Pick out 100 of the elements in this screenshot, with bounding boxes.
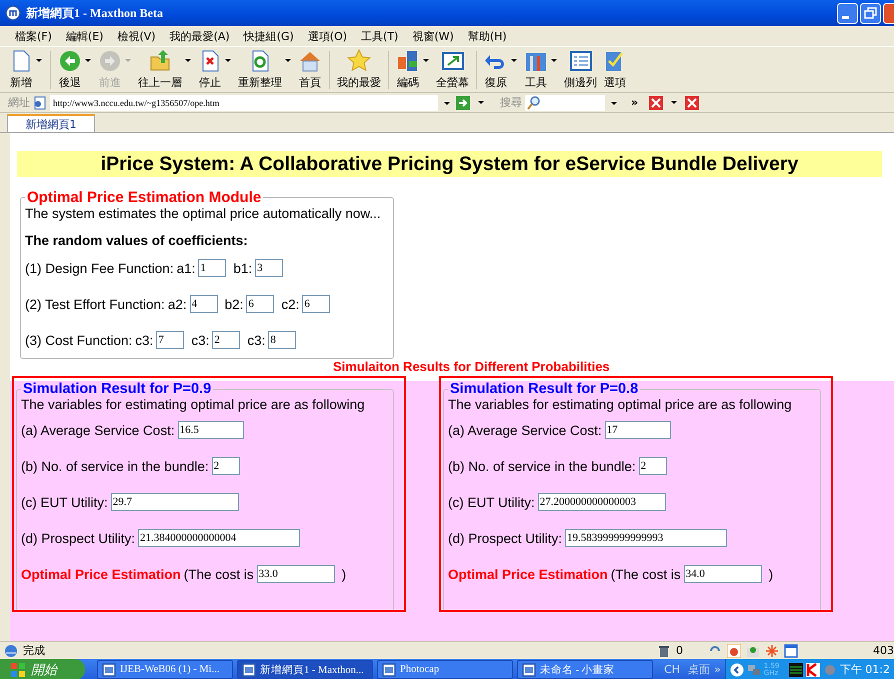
taskbar-button[interactable]: Photocap (377, 660, 513, 679)
taskbar-button[interactable]: 新增網頁1 - Maxthon... (237, 660, 373, 679)
value-field[interactable]: 21.384000000000004 (138, 529, 300, 547)
app-icon (382, 662, 396, 676)
caret-icon[interactable] (36, 59, 42, 63)
menu-item[interactable]: 編輯(E) (58, 28, 110, 44)
caret-icon[interactable] (671, 100, 678, 104)
value-field[interactable]: 16.5 (178, 421, 244, 439)
value-field[interactable]: 6 (302, 295, 330, 313)
toolbar-button[interactable]: 停止 (195, 47, 225, 92)
value-field[interactable]: 4 (190, 295, 218, 313)
value-field[interactable]: 1 (198, 259, 226, 277)
minimize-button[interactable] (837, 2, 858, 24)
value-field[interactable]: 17 (604, 421, 671, 439)
toolbar-button[interactable]: 全螢幕 (433, 47, 472, 92)
caret-icon[interactable] (185, 59, 191, 63)
sidebar-icon (568, 49, 592, 73)
intro-text: The variables for estimating optimal price are as following (448, 397, 793, 412)
toolbar-button[interactable]: 選項 (600, 47, 630, 92)
house-icon (298, 49, 322, 73)
fullscreen-icon (440, 49, 464, 73)
windows-logo-icon (10, 662, 26, 678)
panel-title: Optimal Price Estimation Module (26, 189, 262, 206)
intro-text: The system estimates the optimal price automatically now... (25, 206, 382, 221)
subheading: The random values of coefficients: (25, 233, 249, 248)
toolbar-button[interactable]: 重新整理 (235, 47, 285, 92)
caret-icon[interactable] (225, 59, 231, 63)
caret-icon[interactable] (423, 59, 429, 63)
value-field[interactable]: 2 (212, 457, 240, 475)
close-icon[interactable] (685, 96, 700, 110)
value-field[interactable]: 6 (246, 295, 274, 313)
value-field[interactable]: 29.7 (110, 493, 239, 511)
menu-item[interactable]: 幫助(H) (460, 28, 514, 44)
caret-icon[interactable] (511, 59, 517, 63)
toolbar-button[interactable]: 首頁 (295, 47, 325, 92)
caret-icon[interactable] (85, 59, 91, 63)
variable-label: (c) EUT Utility: (448, 494, 535, 510)
taskbar-button[interactable]: IJEB-WeB06 (1) - Mi... (97, 660, 233, 679)
value-field[interactable]: 3 (255, 259, 284, 277)
menu-item[interactable]: 視窗(W) (405, 28, 461, 44)
caret-icon[interactable] (478, 100, 484, 104)
meter-icon[interactable] (788, 662, 803, 676)
caret-icon[interactable] (551, 59, 557, 63)
window-title: 新增網頁1 - Maxthon Beta (26, 4, 163, 22)
toolbar-button[interactable]: 往上一層 (135, 47, 185, 92)
start-button[interactable]: 開始 (0, 659, 85, 679)
clock: 下午 01:2 (840, 662, 890, 677)
menu-item[interactable]: 我的最愛(A) (162, 28, 237, 44)
toolbar-button[interactable]: 側邊列 (561, 47, 600, 92)
count-text: 0 (676, 644, 683, 657)
value-field[interactable]: 34.0 (684, 565, 762, 583)
menu-item[interactable]: 快捷組(G) (236, 28, 301, 44)
antivirus-icon[interactable] (806, 662, 820, 676)
globe-icon (4, 644, 18, 658)
chevron-button[interactable] (730, 662, 744, 676)
panel-title: Simulation Result for P=0.8 (449, 381, 640, 397)
menu-item[interactable]: 工具(T) (354, 28, 406, 44)
variable-label: (a) Average Service Cost: (448, 422, 602, 438)
estimate-text: (The cost is (184, 566, 254, 582)
toolbar-button[interactable]: 復原 (481, 47, 511, 92)
toolbar-button[interactable]: 新增 (6, 47, 36, 92)
address-label: 網址 (8, 95, 30, 110)
more-button[interactable]: » (631, 96, 638, 109)
menu-item[interactable]: 檢視(V) (110, 28, 163, 44)
function-label: (1) Design Fee Function: (25, 260, 174, 276)
value-field[interactable]: 2 (638, 457, 667, 475)
trash-icon (657, 644, 671, 658)
coefficient-label: c2: (281, 296, 300, 312)
close-button[interactable] (883, 2, 894, 24)
caret-icon[interactable] (285, 59, 291, 63)
value-field[interactable]: 2 (212, 331, 240, 349)
menu-item[interactable]: 檔案(F) (8, 28, 59, 44)
status-text: 完成 (23, 643, 45, 658)
window-icon[interactable] (784, 644, 798, 658)
variable-label: (c) EUT Utility: (21, 494, 108, 510)
close-icon[interactable] (649, 96, 664, 110)
restore-button[interactable] (860, 2, 881, 24)
search-icon (527, 96, 541, 110)
value-field[interactable]: 19.583999999999993 (565, 529, 728, 547)
estimate-label: Optimal Price Estimation (21, 566, 181, 582)
toolbar-button[interactable]: 編碼 (393, 47, 423, 92)
taskbar-button[interactable]: 未命名 - 小畫家 (517, 660, 653, 679)
popup-icon[interactable] (727, 644, 741, 658)
value-field[interactable]: 27.200000000000003 (538, 493, 666, 511)
coefficient-label: a1: (176, 260, 196, 276)
menu-item[interactable]: 選項(O) (300, 28, 354, 44)
sparkle-icon[interactable] (765, 644, 779, 658)
browser-tab[interactable]: 新增網頁1 (7, 114, 95, 132)
address-field[interactable]: http://www3.nccu.edu.tw/~g1356507/ope.htm (50, 94, 438, 110)
coefficient-label: b2: (224, 296, 244, 312)
toolbar-button[interactable]: 我的最愛 (334, 47, 384, 92)
toolbar-button[interactable]: 後退 (55, 47, 85, 92)
value-field[interactable]: 33.0 (256, 565, 335, 583)
value-field[interactable]: 7 (156, 331, 184, 349)
function-label: (3) Cost Function: (25, 332, 132, 348)
search-label: 搜尋 (500, 95, 522, 110)
toolbar-button[interactable]: 工具 (521, 47, 551, 92)
value-field[interactable]: 8 (268, 331, 296, 349)
search-field[interactable] (525, 94, 605, 110)
app-icon (242, 662, 256, 676)
